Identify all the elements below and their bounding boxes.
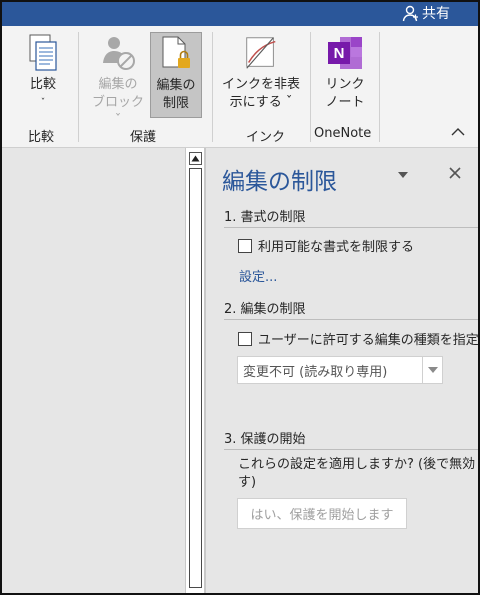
editing-type-value: 変更不可 (読み取り専用) <box>243 364 388 380</box>
block-authors-label-2: ブロック ˇ <box>91 95 144 128</box>
linked-notes-label-1: リンク <box>325 77 365 92</box>
group-separator <box>310 32 311 142</box>
compare-label: 比較 <box>29 77 56 92</box>
share-button[interactable]: 共有 <box>401 3 450 23</box>
word-window: 共有 比較 ˇ 編集の ブロック ˇ 編集の 制限 インクを非表 示にする ˇ … <box>0 0 480 595</box>
share-label: 共有 <box>422 6 450 22</box>
group-label-compare: 比較 <box>28 130 55 145</box>
hide-ink-label-1: インクを非表 <box>221 77 300 92</box>
hide-ink-label-2: 示にする ˇ <box>229 95 293 110</box>
restrict-formatting-label: 利用可能な書式を制限する <box>258 240 415 255</box>
restrict-formatting-checkbox[interactable]: 利用可能な書式を制限する <box>238 236 414 255</box>
group-separator <box>78 32 79 142</box>
scroll-thumb[interactable] <box>189 168 202 588</box>
restrict-editing-icon <box>156 33 196 75</box>
pane-options-icon[interactable] <box>397 170 409 180</box>
block-authors-icon <box>98 32 138 74</box>
restrict-editing-checkbox[interactable]: ユーザーに許可する編集の種類を指定 <box>238 329 479 348</box>
close-icon[interactable] <box>448 166 462 180</box>
group-label-onenote: OneNote <box>314 126 372 141</box>
vertical-scrollbar[interactable] <box>185 148 205 593</box>
onenote-icon: N <box>325 32 365 74</box>
person-icon <box>402 5 418 22</box>
triangle-up-icon <box>191 155 200 162</box>
pane-title: 編集の制限 <box>222 169 337 195</box>
collapse-ribbon-icon[interactable] <box>450 124 466 140</box>
group-separator <box>379 32 380 142</box>
section-heading-formatting: 1. 書式の制限 <box>224 206 478 228</box>
restrict-editing-type-label: ユーザーに許可する編集の種類を指定 <box>258 333 479 348</box>
compare-icon <box>23 32 63 74</box>
group-label-ink: インク <box>246 130 286 145</box>
block-authors-label-1: 編集の <box>98 77 138 92</box>
review-ribbon: 比較 ˇ 編集の ブロック ˇ 編集の 制限 インクを非表 示にする ˇ N リ… <box>2 26 478 148</box>
title-bar: 共有 <box>2 2 478 26</box>
section-heading-start: 3. 保護の開始 <box>224 428 478 450</box>
chevron-down-icon[interactable] <box>422 357 442 383</box>
apply-question-line-1: これらの設定を適用しますか? (後で無効 <box>238 457 476 472</box>
restrict-editing-pane: 編集の制限 1. 書式の制限 利用可能な書式を制限する 設定... 2. 編集の… <box>205 148 479 593</box>
group-separator <box>212 32 213 142</box>
document-area[interactable] <box>2 148 185 593</box>
compare-button[interactable]: 比較 ˇ <box>22 32 64 112</box>
restrict-editing-label-1: 編集の <box>156 78 196 93</box>
editing-type-dropdown[interactable]: 変更不可 (読み取り専用) <box>237 356 443 384</box>
linked-notes-button[interactable]: N リンク ノート <box>318 32 372 112</box>
compare-caret: ˇ <box>40 98 46 108</box>
linked-notes-label-2: ノート <box>325 95 365 110</box>
hide-ink-button[interactable]: インクを非表 示にする ˇ <box>220 32 302 112</box>
settings-link[interactable]: 設定... <box>239 266 277 285</box>
checkbox-box[interactable] <box>238 238 252 253</box>
scroll-up-button[interactable] <box>189 152 202 165</box>
restrict-editing-button[interactable]: 編集の 制限 <box>150 32 202 118</box>
restrict-editing-label-2: 制限 <box>162 96 189 111</box>
svg-text:N: N <box>334 45 345 62</box>
checkbox-box[interactable] <box>238 331 252 346</box>
section-heading-editing: 2. 編集の制限 <box>224 298 478 320</box>
start-protection-button[interactable]: はい、保護を開始します <box>237 498 407 529</box>
apply-question-line-2: す) <box>238 475 257 490</box>
group-label-protect: 保護 <box>130 130 157 145</box>
block-authors-button[interactable]: 編集の ブロック ˇ <box>90 32 146 130</box>
hide-ink-icon <box>241 32 281 74</box>
